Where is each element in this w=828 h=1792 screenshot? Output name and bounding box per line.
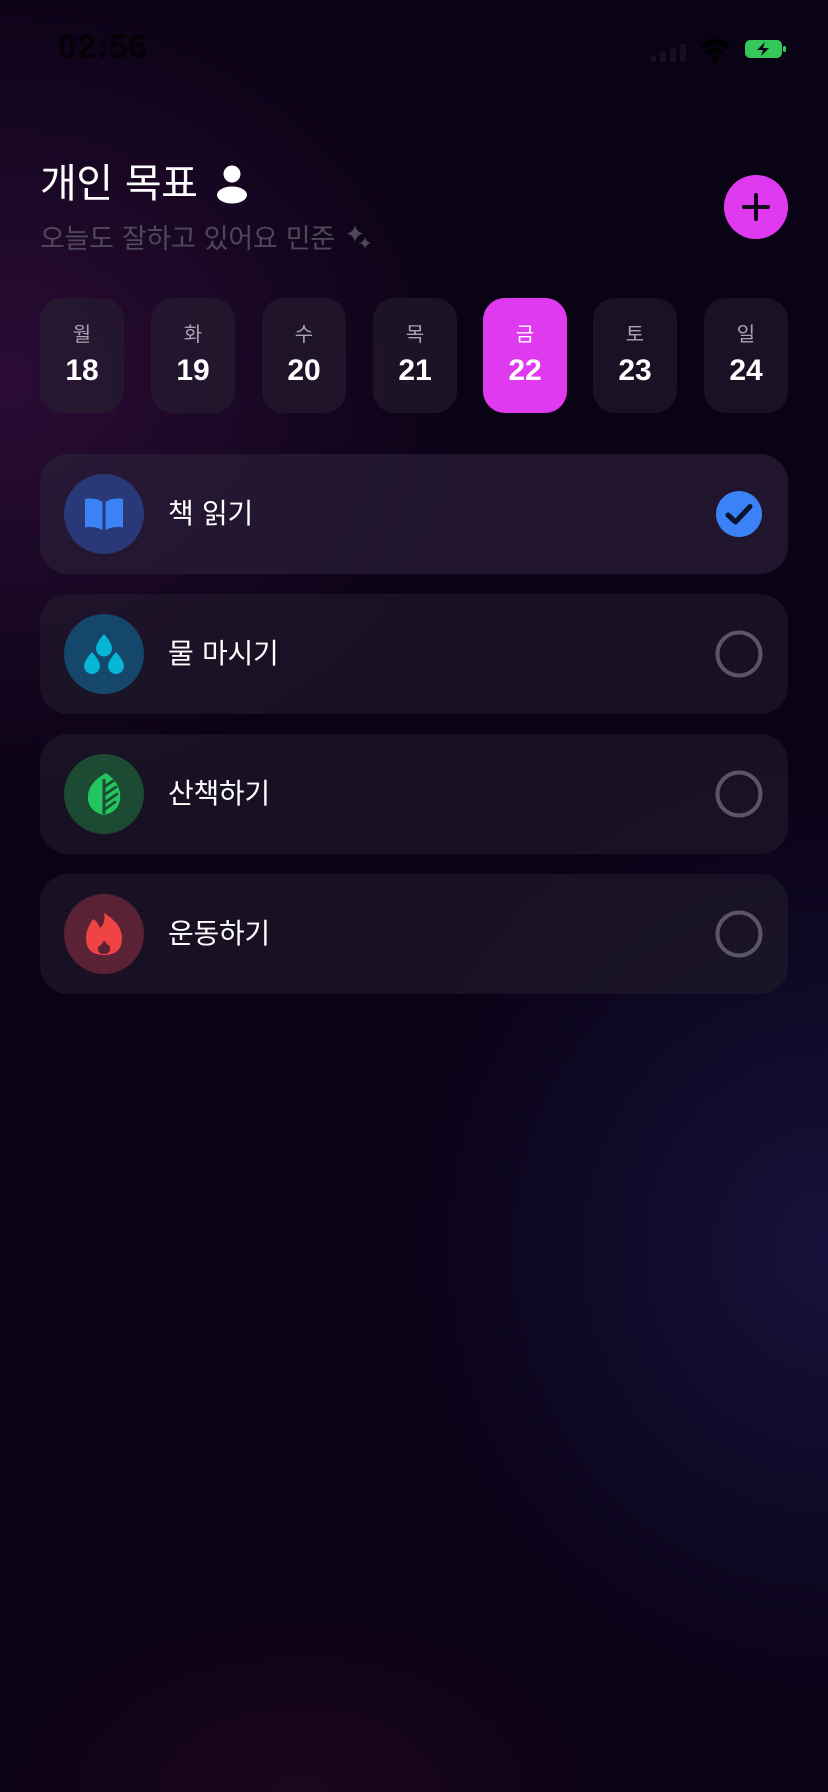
add-goal-button[interactable] — [724, 175, 788, 239]
goal-label: 산책하기 — [168, 777, 270, 810]
day-weekday: 금 — [515, 322, 535, 346]
day-number: 18 — [65, 354, 99, 387]
unchecked-circle-icon[interactable] — [715, 630, 763, 678]
day-number: 21 — [398, 354, 432, 387]
person-icon — [217, 165, 248, 204]
day-weekday: 화 — [183, 322, 203, 346]
day-tue[interactable]: 화 19 — [151, 298, 235, 413]
goal-card-walk[interactable]: 산책하기 — [40, 734, 788, 854]
goal-card-water[interactable]: 물 마시기 — [40, 594, 788, 714]
day-fri[interactable]: 금 22 — [483, 298, 567, 413]
goal-icon-badge — [64, 894, 144, 974]
unchecked-circle-icon[interactable] — [715, 910, 763, 958]
goal-card-reading[interactable]: 책 읽기 — [40, 454, 788, 574]
day-sun[interactable]: 일 24 — [704, 298, 788, 413]
status-time: 02:56 — [58, 28, 148, 66]
goal-icon-badge — [64, 614, 144, 694]
day-number: 22 — [508, 354, 542, 387]
header-title-row: 개인 목표 — [40, 158, 249, 210]
goal-card-exercise[interactable]: 운동하기 — [40, 874, 788, 994]
water-drops-icon — [84, 634, 124, 674]
day-mon[interactable]: 월 18 — [40, 298, 124, 413]
day-weekday: 목 — [405, 322, 425, 346]
book-icon — [85, 498, 123, 530]
goal-icon-badge — [64, 474, 144, 554]
subtitle: 오늘도 잘하고 있어요 민준 — [40, 223, 335, 255]
day-thu[interactable]: 목 21 — [373, 298, 457, 413]
goal-label: 책 읽기 — [168, 497, 253, 530]
day-weekday: 일 — [736, 322, 756, 346]
day-sat[interactable]: 토 23 — [593, 298, 677, 413]
day-wed[interactable]: 수 20 — [262, 298, 346, 413]
goal-label: 운동하기 — [168, 917, 270, 950]
battery-icon — [745, 40, 786, 58]
page-title: 개인 목표 — [40, 161, 198, 207]
status-bar: 02:56 — [0, 0, 828, 100]
sparkle-icon — [346, 225, 371, 249]
subtitle-row: 오늘도 잘하고 있어요 민준 — [40, 216, 373, 256]
leaf-icon — [87, 773, 121, 815]
flame-icon — [86, 913, 122, 955]
week-day-selector: 월 18 화 19 수 20 목 21 금 22 토 23 일 24 — [40, 298, 788, 413]
checked-circle-icon[interactable] — [715, 490, 763, 538]
goal-icon-badge — [64, 754, 144, 834]
day-number: 19 — [176, 354, 210, 387]
day-number: 20 — [287, 354, 321, 387]
day-number: 23 — [618, 354, 652, 387]
day-weekday: 월 — [72, 322, 92, 346]
day-weekday: 수 — [294, 322, 314, 346]
day-weekday: 토 — [625, 322, 645, 346]
unchecked-circle-icon[interactable] — [715, 770, 763, 818]
day-number: 24 — [729, 354, 763, 387]
wifi-icon — [700, 39, 730, 62]
signal-icon — [650, 44, 686, 62]
plus-icon — [742, 193, 770, 221]
goal-label: 물 마시기 — [168, 637, 279, 670]
